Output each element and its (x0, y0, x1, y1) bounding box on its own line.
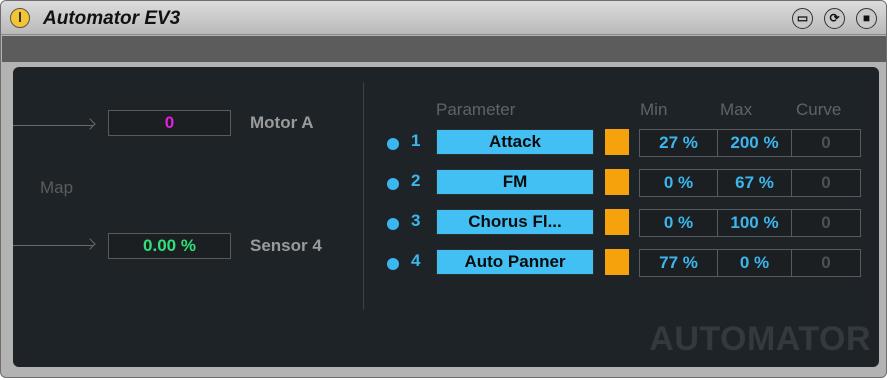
title-bar: Automator EV3 ▭ ⟳ ■ (1, 1, 886, 35)
sensor-arrow-icon (13, 245, 93, 246)
parameter-row: 1 Attack 27 % 200 % 0 (13, 127, 879, 157)
learn-toggle[interactable] (605, 169, 629, 195)
max-value[interactable]: 100 % (717, 209, 792, 237)
header-curve: Curve (796, 100, 842, 119)
device-title: Automator EV3 (43, 8, 181, 29)
main-panel: 0 Motor A Map 0.00 % Sensor 4 Parameter … (13, 67, 879, 367)
row-index: 1 (411, 131, 421, 150)
row-index: 3 (411, 211, 421, 230)
min-value[interactable]: 0 % (639, 169, 718, 197)
save-icon[interactable]: ■ (856, 8, 877, 29)
min-value[interactable]: 27 % (639, 129, 718, 157)
curve-value[interactable]: 0 (791, 249, 861, 277)
header-min: Min (640, 100, 668, 119)
parameter-button[interactable]: Attack (436, 129, 594, 155)
parameter-row: 3 Chorus Fl... 0 % 100 % 0 (13, 207, 879, 237)
row-active-dot-icon[interactable] (387, 218, 399, 230)
parameter-row: 4 Auto Panner 77 % 0 % 0 (13, 247, 879, 277)
learn-toggle[interactable] (605, 129, 629, 155)
min-value[interactable]: 0 % (639, 209, 718, 237)
window-icon[interactable]: ▭ (792, 8, 813, 29)
row-active-dot-icon[interactable] (387, 138, 399, 150)
row-active-dot-icon[interactable] (387, 258, 399, 270)
learn-toggle[interactable] (605, 209, 629, 235)
curve-value[interactable]: 0 (791, 129, 861, 157)
max-value[interactable]: 0 % (717, 249, 792, 277)
curve-value[interactable]: 0 (791, 169, 861, 197)
header-max: Max (720, 100, 753, 119)
min-value[interactable]: 77 % (639, 249, 718, 277)
parameter-button[interactable]: Auto Panner (436, 249, 594, 275)
row-active-dot-icon[interactable] (387, 178, 399, 190)
parameter-button[interactable]: FM (436, 169, 594, 195)
curve-value[interactable]: 0 (791, 209, 861, 237)
row-index: 4 (411, 251, 421, 270)
parameter-button[interactable]: Chorus Fl... (436, 209, 594, 235)
refresh-icon[interactable]: ⟳ (824, 8, 845, 29)
motor-arrow-icon (13, 125, 93, 126)
max-value[interactable]: 200 % (717, 129, 792, 157)
parameter-row: 2 FM 0 % 67 % 0 (13, 167, 879, 197)
automator-device: Automator EV3 ▭ ⟳ ■ 0 Motor A Map 0.00 %… (0, 0, 887, 378)
header-strip (2, 36, 886, 62)
learn-toggle[interactable] (605, 249, 629, 275)
header-parameter: Parameter (436, 100, 516, 119)
max-value[interactable]: 67 % (717, 169, 792, 197)
row-index: 2 (411, 171, 421, 190)
automator-watermark: AUTOMATOR (649, 320, 871, 358)
power-toggle-icon[interactable] (10, 8, 30, 28)
